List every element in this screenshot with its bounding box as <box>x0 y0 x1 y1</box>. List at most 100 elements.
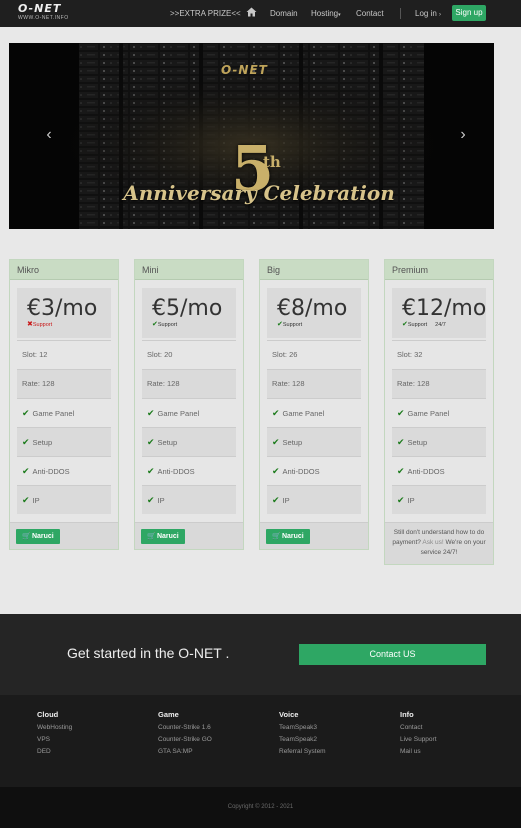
footer-link[interactable]: Counter-Strike GO <box>158 734 212 746</box>
cart-icon: 🛒 <box>147 533 156 540</box>
plan-feature: ✔ Game Panel <box>392 398 486 427</box>
contact-us-button[interactable]: Contact US <box>299 644 486 665</box>
plan-price: €5/mo <box>152 296 223 321</box>
feature-label: Anti-DDOS <box>407 467 445 476</box>
footer-column-voice: Voice TeamSpeak3 TeamSpeak2 Referral Sys… <box>279 710 326 758</box>
signup-button[interactable]: Sign up <box>452 5 486 21</box>
plan-title: Big <box>260 260 368 280</box>
plan-feature: ✔ Anti-DDOS <box>267 456 361 485</box>
plan-feature: ✔ IP <box>392 485 486 514</box>
cta-text: Get started in the O-NET . <box>67 645 230 661</box>
feature-label: Setup <box>282 438 303 447</box>
support-hours: 24/7 <box>435 322 446 328</box>
support-label: Support <box>282 322 303 328</box>
support-label: Support <box>32 322 53 328</box>
footer-link[interactable]: DED <box>37 746 72 758</box>
order-button[interactable]: 🛒Naruci <box>16 529 60 544</box>
check-icon: ✔ <box>147 466 155 476</box>
plan-rate: Rate: 128 <box>17 369 111 398</box>
nav-hosting-dropdown[interactable]: Hosting▾ <box>311 9 341 20</box>
feature-label: IP <box>407 496 415 505</box>
copyright-bar: Copyright © 2012 - 2021 <box>0 787 521 828</box>
plan-title: Mini <box>135 260 243 280</box>
plan-feature: ✔ IP <box>17 485 111 514</box>
check-icon: ✔ <box>397 408 405 418</box>
support-status: ✔Support <box>152 321 177 329</box>
footer-link[interactable]: TeamSpeak3 <box>279 722 326 734</box>
check-icon: ✔ <box>22 437 30 447</box>
logo-text: O-NET <box>18 2 62 15</box>
slider-next-arrow-icon[interactable]: › <box>455 125 471 145</box>
caret-down-icon: ▾ <box>338 12 341 18</box>
plan-feature: ✔ Anti-DDOS <box>17 456 111 485</box>
footer-column-cloud: Cloud WebHosting VPS DED <box>37 710 72 758</box>
cart-icon: 🛒 <box>272 533 281 540</box>
check-icon: ✔ <box>22 466 30 476</box>
plan-slot: Slot: 26 <box>267 340 361 369</box>
feature-label: Game Panel <box>407 409 450 418</box>
plan-slot: Slot: 20 <box>142 340 236 369</box>
anniversary-caption: Anniversary Celebration <box>123 181 395 205</box>
footer-link[interactable]: GTA SA:MP <box>158 746 212 758</box>
plan-feature: ✔ Setup <box>267 427 361 456</box>
feature-label: Anti-DDOS <box>282 467 320 476</box>
footer-link[interactable]: Contact <box>400 722 437 734</box>
order-button[interactable]: 🛒Naruci <box>266 529 310 544</box>
logo-subtext: WWW.O-NET.INFO <box>18 15 69 21</box>
footer-column-title: Info <box>400 710 414 719</box>
feature-label: IP <box>32 496 40 505</box>
nav-extra-prize-link[interactable]: >>EXTRA PRIZE<< <box>170 9 241 18</box>
plan-card-premium: Premium €12/mo ✔ Support 24/7 Slot: 32 Rat… <box>384 259 494 565</box>
plan-title: Premium <box>385 260 493 280</box>
home-icon[interactable] <box>246 7 257 17</box>
nav-login-link[interactable]: Log in › <box>415 9 441 20</box>
check-icon: ✔ <box>22 408 30 418</box>
nav-contact-link[interactable]: Contact <box>356 9 384 18</box>
footer-link[interactable]: Counter-Strike 1.6 <box>158 722 212 734</box>
support-status: ✔Support <box>277 321 302 329</box>
feature-label: Game Panel <box>157 409 200 418</box>
footer-link[interactable]: TeamSpeak2 <box>279 734 326 746</box>
plan-slot: Slot: 32 <box>392 340 486 369</box>
plan-feature: ✔ IP <box>142 485 236 514</box>
ask-us-link[interactable]: Ask us! <box>422 539 443 546</box>
check-icon: ✔ <box>397 466 405 476</box>
nav-hosting-label: Hosting <box>311 9 339 18</box>
slider-prev-arrow-icon[interactable]: ‹ <box>41 125 57 145</box>
footer-link[interactable]: Referral System <box>279 746 326 758</box>
plan-price-box: €12/mo ✔Support 24/7 <box>392 288 486 338</box>
cart-icon: 🛒 <box>22 533 31 540</box>
plan-card-mikro: Mikro €3/mo ✖Support Slot: 12 Rate: 128 … <box>9 259 119 550</box>
footer-link[interactable]: VPS <box>37 734 72 746</box>
feature-label: IP <box>157 496 165 505</box>
feature-label: Setup <box>407 438 428 447</box>
banner-logo-text: O-NET <box>221 63 268 77</box>
feature-label: Anti-DDOS <box>32 467 70 476</box>
feature-label: Game Panel <box>32 409 75 418</box>
nav-domain-link[interactable]: Domain <box>270 9 298 18</box>
plan-feature: ✔ Game Panel <box>17 398 111 427</box>
footer-link[interactable]: Live Support <box>400 734 437 746</box>
site-logo[interactable]: O-NET WWW.O-NET.INFO <box>18 3 86 22</box>
check-icon: ✔ <box>272 437 280 447</box>
support-label: Support <box>407 322 428 328</box>
plan-card-mini: Mini €5/mo ✔Support Slot: 20 Rate: 128 ✔… <box>134 259 244 550</box>
check-icon: ✔ <box>147 495 155 505</box>
check-icon: ✔ <box>272 466 280 476</box>
plan-feature: ✔ Setup <box>142 427 236 456</box>
plan-rate: Rate: 128 <box>392 369 486 398</box>
order-button-label: Naruci <box>281 533 304 540</box>
plan-feature: ✔ Anti-DDOS <box>392 456 486 485</box>
footer-link[interactable]: WebHosting <box>37 722 72 734</box>
check-icon: ✔ <box>147 437 155 447</box>
plan-price: €12/mo <box>402 296 487 321</box>
plan-title: Mikro <box>10 260 118 280</box>
feature-label: Anti-DDOS <box>157 467 195 476</box>
order-button-label: Naruci <box>31 533 54 540</box>
order-button[interactable]: 🛒Naruci <box>141 529 185 544</box>
check-icon: ✔ <box>397 437 405 447</box>
footer-link[interactable]: Mail us <box>400 746 437 758</box>
check-icon: ✔ <box>272 408 280 418</box>
chevron-right-icon: › <box>439 12 442 18</box>
copyright-text: Copyright © 2012 - 2021 <box>227 804 294 810</box>
